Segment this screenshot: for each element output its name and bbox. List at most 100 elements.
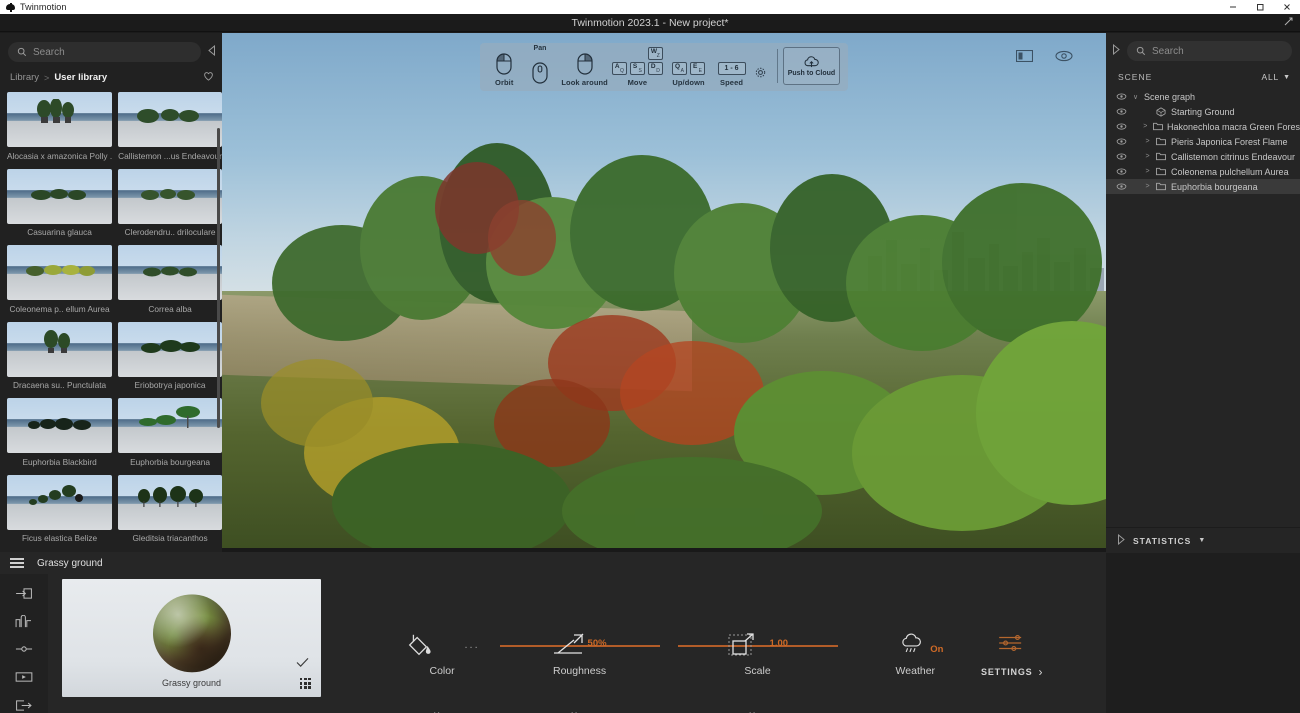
- library-scrollbar[interactable]: [217, 128, 220, 428]
- property-scale[interactable]: 1.00 Scale More: [677, 632, 838, 713]
- library-item[interactable]: Coleonema p.. ellum Aurea: [7, 245, 113, 318]
- key-a[interactable]: A Q: [611, 62, 627, 75]
- key-d[interactable]: D D: [647, 62, 663, 75]
- nav-updown[interactable]: Q A E E Up/down: [665, 43, 712, 87]
- close-button[interactable]: [1273, 0, 1300, 14]
- gear-icon[interactable]: [755, 67, 766, 81]
- library-item-thumbnail[interactable]: [7, 168, 113, 224]
- eye-visibility-icon[interactable]: [1116, 93, 1127, 100]
- key-s[interactable]: S S: [629, 62, 645, 75]
- library-item-thumbnail[interactable]: [118, 398, 222, 453]
- material-preview-card[interactable]: Grassy ground: [62, 579, 321, 697]
- property-color[interactable]: ... Color More: [385, 632, 500, 713]
- library-search-input[interactable]: Search: [8, 42, 201, 62]
- tree-expand-toggle[interactable]: >: [1143, 168, 1152, 175]
- library-item-thumbnail[interactable]: [7, 245, 113, 300]
- expand-arrow-icon[interactable]: [1284, 17, 1293, 29]
- eye-visibility-icon[interactable]: [1116, 123, 1127, 130]
- library-item-label: Dracaena su.. Punctulata: [12, 380, 107, 390]
- scene-search-input[interactable]: Search: [1127, 41, 1292, 61]
- settings-button[interactable]: SETTINGS ›: [981, 665, 1042, 679]
- scene-graph-tree[interactable]: ∨ Scene graph Starting Ground > Hakonechloa …: [1106, 89, 1300, 194]
- library-item-thumbnail[interactable]: [118, 245, 222, 300]
- library-item-thumbnail[interactable]: [118, 474, 222, 530]
- tree-expand-toggle[interactable]: >: [1143, 138, 1152, 145]
- breadcrumb-user-library[interactable]: User library: [54, 72, 107, 83]
- scene-tree-node[interactable]: > Hakonechloa macra Green Forest Grass: [1106, 119, 1300, 134]
- scene-tree-node[interactable]: ∨ Scene graph: [1106, 89, 1300, 104]
- eye-visibility-icon[interactable]: [1116, 138, 1127, 145]
- library-item-thumbnail[interactable]: [7, 398, 113, 453]
- library-item-thumbnail[interactable]: [7, 321, 113, 377]
- tree-expand-toggle[interactable]: >: [1143, 153, 1152, 160]
- nav-look-around[interactable]: Look around: [559, 43, 609, 87]
- tree-expand-toggle[interactable]: >: [1143, 183, 1152, 190]
- library-item[interactable]: Callistemon ...us Endeavour: [118, 92, 222, 165]
- scene-tree-node[interactable]: > Pieris Japonica Forest Flame: [1106, 134, 1300, 149]
- minimize-button[interactable]: [1219, 0, 1246, 14]
- key-q[interactable]: Q A: [672, 62, 687, 75]
- chevron-down-icon[interactable]: ▼: [1198, 537, 1205, 544]
- panel-layout-icon[interactable]: [1015, 49, 1034, 65]
- nav-speed-value[interactable]: 1 - 6: [717, 62, 746, 75]
- push-to-cloud-button[interactable]: Push to Cloud: [782, 47, 841, 85]
- library-item[interactable]: Dracaena su.. Punctulata: [7, 321, 113, 395]
- hamburger-icon[interactable]: [10, 558, 24, 568]
- urban-context-icon[interactable]: [13, 614, 35, 630]
- library-item[interactable]: Eriobotrya japonica: [118, 321, 222, 395]
- breadcrumb-library[interactable]: Library: [10, 72, 39, 83]
- expand-right-triangle-icon[interactable]: [1112, 43, 1121, 58]
- library-item[interactable]: Casuarina glauca: [7, 168, 113, 242]
- settings-group[interactable]: SETTINGS ›: [981, 632, 1042, 679]
- scale-slider[interactable]: 1.00: [677, 632, 838, 658]
- grid-dots-icon[interactable]: [299, 677, 311, 689]
- eye-visibility-icon[interactable]: [1116, 108, 1127, 115]
- scene-tree-node[interactable]: > Callistemon citrinus Endeavour: [1106, 149, 1300, 164]
- plant-preview-icon: [134, 105, 206, 128]
- scene-tree-node[interactable]: > Euphorbia bourgeana: [1106, 179, 1300, 194]
- nav-orbit[interactable]: Orbit: [488, 43, 520, 87]
- scene-tree-node[interactable]: Starting Ground: [1106, 104, 1300, 119]
- library-item[interactable]: Ficus elastica Belize: [7, 474, 113, 548]
- scene-filter-label[interactable]: ALL: [1262, 72, 1280, 82]
- library-item-thumbnail[interactable]: [7, 92, 113, 147]
- key-w[interactable]: W Z: [647, 47, 663, 60]
- viewport-3d[interactable]: Orbit Pan Look around W Z A Q S S D D Mo…: [222, 33, 1106, 548]
- roughness-slider[interactable]: 50%: [499, 632, 660, 658]
- property-roughness[interactable]: 50% Roughness More: [499, 632, 660, 713]
- library-item[interactable]: Euphorbia Blackbird: [7, 398, 113, 471]
- maximize-button[interactable]: [1246, 0, 1273, 14]
- library-item-thumbnail[interactable]: [118, 92, 222, 147]
- export-icon[interactable]: [13, 697, 35, 713]
- expand-right-triangle-icon[interactable]: [1117, 533, 1126, 548]
- nav-speed[interactable]: 1 - 6 Speed: [712, 43, 751, 87]
- library-item[interactable]: Correa alba: [118, 245, 222, 318]
- eye-visibility-icon[interactable]: [1116, 153, 1127, 160]
- scene-tree-node[interactable]: > Coleonema pulchellum Aurea: [1106, 164, 1300, 179]
- property-weather[interactable]: On Weather: [896, 632, 944, 677]
- library-item[interactable]: Euphorbia bourgeana: [118, 398, 222, 471]
- statistics-bar[interactable]: STATISTICS ▼: [1106, 527, 1300, 553]
- tree-expand-toggle[interactable]: ∨: [1131, 93, 1140, 101]
- key-e[interactable]: E E: [690, 62, 705, 75]
- library-item-thumbnail[interactable]: [7, 474, 113, 530]
- node-settings-icon[interactable]: [13, 642, 35, 658]
- library-item-thumbnail[interactable]: [118, 168, 222, 224]
- library-item[interactable]: Gleditsia triacanthos: [118, 474, 222, 548]
- import-icon[interactable]: [13, 586, 35, 602]
- nav-pan[interactable]: Pan: [520, 43, 559, 87]
- tree-expand-toggle[interactable]: >: [1142, 123, 1149, 130]
- nav-move[interactable]: W Z A Q S S D D Move: [610, 43, 665, 87]
- library-item[interactable]: Clerodendru.. driloculare: [118, 168, 222, 242]
- media-icon[interactable]: [13, 669, 35, 685]
- library-item[interactable]: Alocasia x amazonica Polly .: [7, 92, 113, 165]
- collapse-left-triangle-icon[interactable]: [207, 44, 216, 59]
- heart-icon[interactable]: [203, 71, 214, 84]
- checkmark-icon[interactable]: [296, 657, 309, 671]
- chevron-down-icon[interactable]: ▼: [1283, 74, 1290, 81]
- library-grid[interactable]: Alocasia x amazonica Polly . Callistemon …: [0, 92, 222, 547]
- library-item-thumbnail[interactable]: [118, 321, 222, 377]
- eye-visibility-icon[interactable]: [1116, 183, 1127, 190]
- eye-visibility-icon[interactable]: [1116, 168, 1127, 175]
- eye-visibility-icon[interactable]: [1055, 50, 1073, 65]
